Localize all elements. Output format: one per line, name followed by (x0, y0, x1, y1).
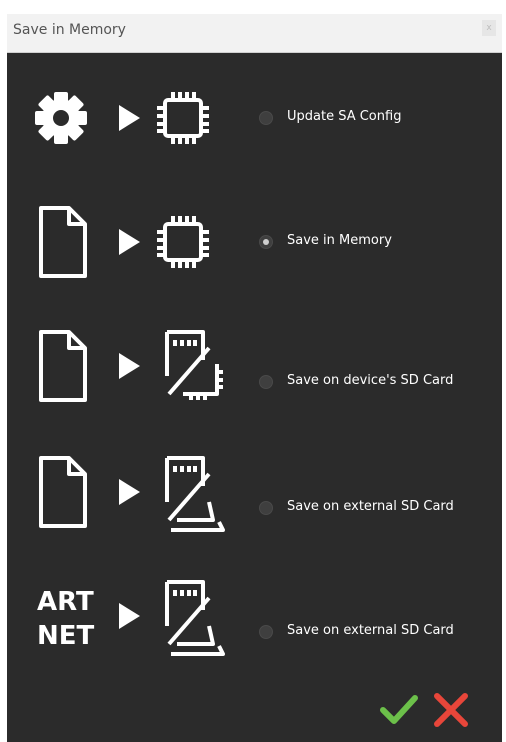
sd-card-external-icon (165, 580, 225, 656)
option-row-update-sa-config: Update SA Config (7, 72, 502, 162)
window-title: Save in Memory (13, 22, 126, 38)
title-bar: Save in Memory x (7, 14, 502, 53)
svg-text:ART: ART (37, 587, 94, 617)
option-label-save-device-sd[interactable]: Save on device's SD Card (287, 373, 453, 388)
option-icons (39, 456, 225, 532)
option-label-update-sa-config[interactable]: Update SA Config (287, 109, 401, 124)
option-icons (35, 92, 209, 144)
option-row-artnet-external-sd: ART NET Save on external SD Card (7, 570, 502, 660)
radio-artnet-external-sd[interactable] (259, 625, 273, 639)
option-label-artnet-external-sd[interactable]: Save on external SD Card (287, 623, 454, 638)
sd-card-external-icon (165, 456, 225, 532)
option-label-save-external-sd[interactable]: Save on external SD Card (287, 499, 454, 514)
check-icon (380, 695, 418, 724)
arrow-icon (119, 105, 140, 131)
radio-save-device-sd[interactable] (259, 375, 273, 389)
arrow-icon (119, 603, 140, 629)
file-icon (39, 330, 87, 402)
confirm-button[interactable] (379, 690, 419, 730)
option-label-save-in-memory[interactable]: Save in Memory (287, 233, 392, 248)
save-in-memory-dialog: Save in Memory x Update SA Config Save i… (7, 14, 502, 742)
option-icons: ART NET (37, 580, 225, 656)
artnet-icon: ART NET (37, 587, 95, 651)
x-icon (434, 693, 468, 727)
svg-text:NET: NET (37, 621, 95, 651)
cancel-button[interactable] (431, 690, 471, 730)
sd-card-chip-icon (165, 330, 223, 400)
radio-save-external-sd[interactable] (259, 501, 273, 515)
close-button[interactable]: x (482, 20, 496, 36)
radio-update-sa-config[interactable] (259, 111, 273, 125)
option-icons (39, 330, 223, 402)
arrow-icon (119, 229, 140, 255)
option-row-save-device-sd: Save on device's SD Card (7, 320, 502, 410)
arrow-icon (119, 353, 140, 379)
chip-icon (157, 216, 209, 268)
file-icon (39, 206, 87, 278)
gear-icon (35, 92, 87, 144)
option-row-save-external-sd: Save on external SD Card (7, 446, 502, 536)
radio-save-in-memory[interactable] (259, 235, 273, 249)
option-icons (39, 206, 209, 278)
option-row-save-in-memory: Save in Memory (7, 196, 502, 286)
chip-icon (157, 92, 209, 144)
arrow-icon (119, 479, 140, 505)
file-icon (39, 456, 87, 528)
